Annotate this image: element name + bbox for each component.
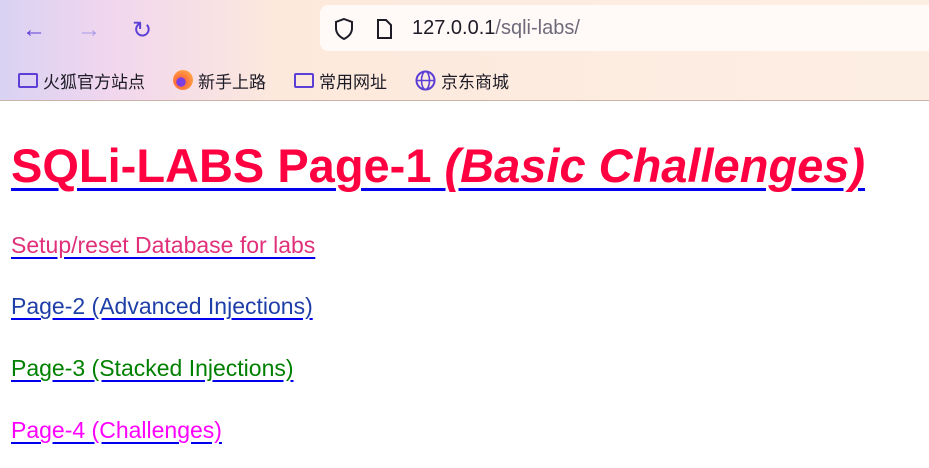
page-content: SQLi-LABS Page-1 (Basic Challenges) Setu… — [11, 138, 865, 443]
setup-database-link[interactable]: Setup/reset Database for labs — [11, 232, 315, 259]
forward-arrow-icon[interactable]: → — [77, 16, 101, 44]
back-arrow-icon[interactable]: ← — [22, 16, 46, 44]
page-3-link[interactable]: Page-3 (Stacked Injections) — [11, 355, 294, 382]
folder-icon — [18, 72, 38, 88]
firefox-icon — [173, 70, 193, 90]
bookmark-common-sites[interactable]: 常用网址 — [294, 68, 387, 92]
reload-icon[interactable]: ↻ — [132, 16, 152, 45]
folder-icon — [294, 72, 314, 88]
bookmark-jd[interactable]: 京东商城 — [415, 68, 509, 92]
browser-toolbar: ← → ↻ 127.0.0.1/sqli-labs/ 火狐官方站点 新手上路 常… — [0, 0, 929, 101]
bookmark-label: 新手上路 — [198, 72, 266, 92]
bookmark-getting-started[interactable]: 新手上路 — [173, 68, 266, 92]
page-2-link[interactable]: Page-2 (Advanced Injections) — [11, 293, 313, 320]
page-4-link[interactable]: Page-4 (Challenges) — [11, 417, 222, 444]
bookmark-firefox-site[interactable]: 火狐官方站点 — [18, 68, 145, 92]
bookmark-label: 京东商城 — [441, 72, 509, 92]
page-title[interactable]: SQLi-LABS Page-1 (Basic Challenges) — [11, 138, 865, 193]
bookmark-label: 常用网址 — [319, 72, 387, 92]
url-text: 127.0.0.1/sqli-labs/ — [412, 17, 580, 39]
bookmark-label: 火狐官方站点 — [43, 72, 145, 92]
globe-icon — [415, 70, 436, 90]
address-bar[interactable]: 127.0.0.1/sqli-labs/ — [320, 5, 929, 51]
shield-icon — [335, 18, 353, 40]
page-icon — [377, 19, 392, 39]
